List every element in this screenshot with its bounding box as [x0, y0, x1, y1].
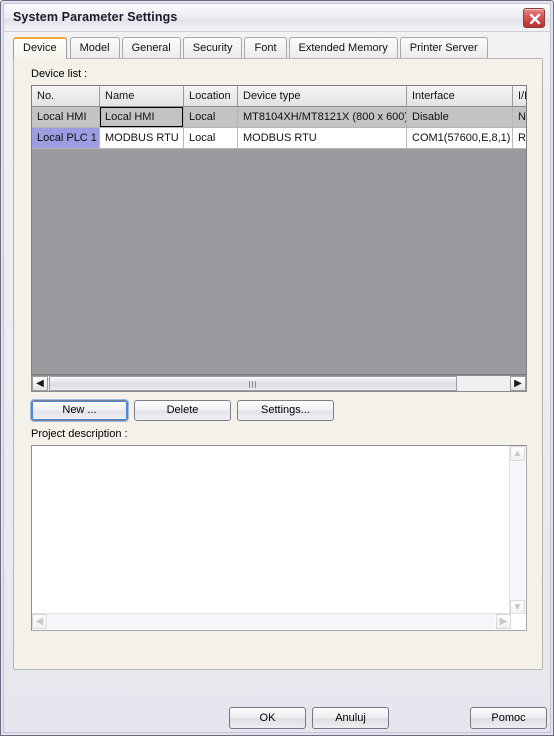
tab-device-label: Device	[23, 42, 57, 54]
cell-no[interactable]: Local HMI	[32, 106, 100, 128]
tab-strip: Device Model General Security Font Exten…	[13, 37, 543, 59]
tab-model-label: Model	[79, 42, 110, 54]
cell-protocol[interactable]: RS485 2	[512, 127, 526, 149]
cell-location[interactable]: Local	[183, 127, 238, 149]
chevron-left-icon[interactable]: ◀	[32, 614, 47, 629]
dialog-title: System Parameter Settings	[13, 10, 178, 24]
cell-protocol[interactable]: N/A	[512, 106, 526, 128]
new-device-button[interactable]: New ...	[31, 400, 128, 421]
tab-font[interactable]: Font	[244, 37, 287, 58]
column-header-interface[interactable]: Interface	[406, 86, 513, 107]
tab-font-label: Font	[254, 42, 277, 54]
cell-location[interactable]: Local	[183, 106, 238, 128]
device-tab-panel: Device list : No. Name Location Device t…	[13, 58, 543, 670]
column-header-device-type[interactable]: Device type	[237, 86, 407, 107]
description-hscroll-track[interactable]	[48, 614, 495, 629]
tab-extended-memory[interactable]: Extended Memory	[288, 37, 398, 58]
project-description-input[interactable]	[32, 446, 510, 614]
column-header-name[interactable]: Name	[99, 86, 184, 107]
tab-general-label: General	[131, 42, 171, 54]
cell-interface[interactable]: COM1(57600,E,8,1)	[406, 127, 513, 149]
chevron-right-icon[interactable]: ▶	[510, 376, 526, 391]
chevron-left-icon[interactable]: ◀	[32, 376, 48, 391]
dialog-inner: System Parameter Settings Device Model G…	[3, 3, 551, 733]
cell-no[interactable]: Local PLC 1	[32, 127, 100, 149]
device-grid-viewport: No. Name Location Device type Interface …	[32, 86, 526, 149]
cell-device-type[interactable]: MODBUS RTU	[237, 127, 407, 149]
tab-printer-server-label: Printer Server	[409, 42, 478, 54]
description-hscrollbar[interactable]: ◀ ▶	[32, 613, 526, 630]
ok-button[interactable]: OK	[229, 707, 306, 729]
delete-device-button[interactable]: Delete	[134, 400, 231, 421]
title-bar: System Parameter Settings	[4, 4, 550, 32]
device-list-grid[interactable]: No. Name Location Device type Interface …	[31, 85, 527, 375]
project-description-label: Project description :	[31, 428, 128, 440]
table-header-row: No. Name Location Device type Interface …	[32, 86, 526, 107]
column-header-protocol[interactable]: I/F Proto	[512, 86, 526, 107]
device-table: No. Name Location Device type Interface …	[32, 86, 526, 149]
help-button[interactable]: Pomoc	[470, 707, 547, 729]
close-icon[interactable]	[523, 8, 545, 28]
table-row[interactable]: Local HMI Local HMI Local MT8104XH/MT812…	[32, 106, 526, 128]
cancel-button[interactable]: Anuluj	[312, 707, 389, 729]
cell-name[interactable]: Local HMI	[99, 106, 184, 128]
description-vscroll-track[interactable]	[510, 462, 525, 600]
column-header-location[interactable]: Location	[183, 86, 238, 107]
project-description-box[interactable]: ▲ ▼ ◀ ▶	[31, 445, 527, 631]
device-list-label: Device list :	[31, 68, 88, 80]
table-row[interactable]: Local PLC 1 MODBUS RTU Local MODBUS RTU …	[32, 127, 526, 149]
cell-name[interactable]: MODBUS RTU	[99, 127, 184, 149]
chevron-up-icon[interactable]: ▲	[510, 446, 525, 461]
column-header-no[interactable]: No.	[32, 86, 100, 107]
hscrollbar-thumb[interactable]	[49, 376, 457, 391]
tab-general[interactable]: General	[121, 37, 181, 58]
tab-security[interactable]: Security	[182, 37, 243, 58]
tab-model[interactable]: Model	[69, 37, 120, 58]
tab-extended-memory-label: Extended Memory	[298, 42, 388, 54]
description-vscrollbar[interactable]: ▲ ▼	[509, 446, 526, 630]
cell-device-type[interactable]: MT8104XH/MT8121X (800 x 600)	[237, 106, 407, 128]
tab-security-label: Security	[192, 42, 233, 54]
tab-device[interactable]: Device	[13, 37, 67, 59]
device-settings-button[interactable]: Settings...	[237, 400, 334, 421]
scrollbar-grip-icon	[249, 381, 258, 388]
cell-interface[interactable]: Disable	[406, 106, 513, 128]
tab-printer-server[interactable]: Printer Server	[399, 37, 488, 58]
system-parameter-settings-dialog: System Parameter Settings Device Model G…	[0, 0, 554, 736]
chevron-right-icon[interactable]: ▶	[496, 614, 511, 629]
device-list-hscrollbar[interactable]: ◀ ▶	[31, 375, 527, 392]
